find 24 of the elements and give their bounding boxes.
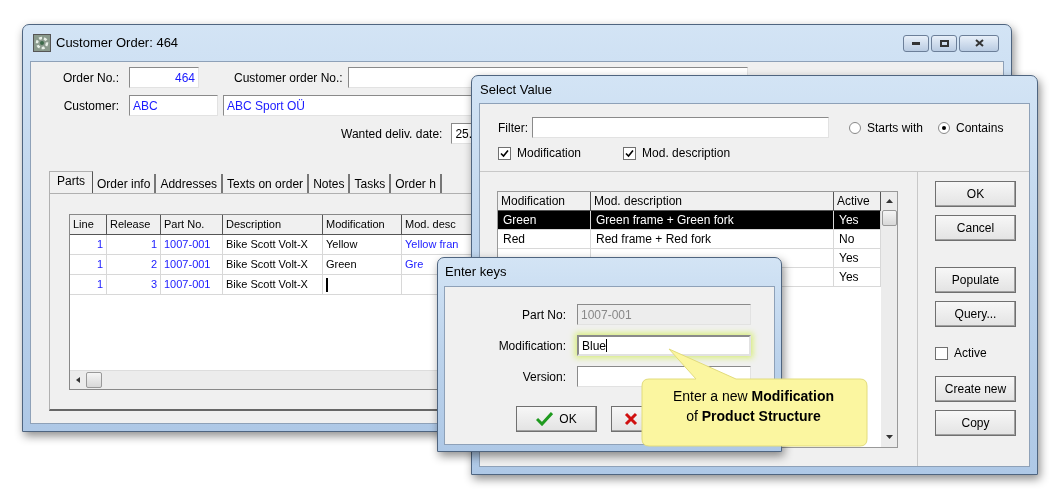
field-label: Modification: [497, 337, 566, 355]
table-cell: 1007-001 [161, 275, 223, 295]
callout-text: Enter a new Modification of Product Structure [671, 387, 835, 426]
field-label: Wanted deliv. date: [341, 125, 443, 143]
field-label: Version: [521, 368, 566, 386]
dialog-title: Select Value [480, 80, 553, 99]
table-cell: 1 [107, 235, 161, 255]
table-cell: 1 [70, 275, 107, 295]
table-cell: 3 [107, 275, 161, 295]
table-cell: 1 [70, 235, 107, 255]
table-cell: 2 [107, 255, 161, 275]
table-cell: 1007-001 [161, 235, 223, 255]
filter-label: Filter: [498, 119, 528, 137]
table-cell: Yellow [323, 235, 402, 255]
field-label: Customer: [62, 97, 119, 115]
table-cell: Bike Scott Volt-X [223, 275, 323, 295]
table-cell: Bike Scott Volt-X [223, 255, 323, 275]
window-title: Customer Order: 464 [56, 34, 179, 53]
field-label: Order No.: [62, 69, 119, 87]
table-cell: 1007-001 [161, 255, 223, 275]
table-cell: 1 [70, 255, 107, 275]
table-cell: Bike Scott Volt-X [223, 235, 323, 255]
table-cell: Green [323, 255, 402, 275]
field-label: Part No: [521, 306, 566, 324]
